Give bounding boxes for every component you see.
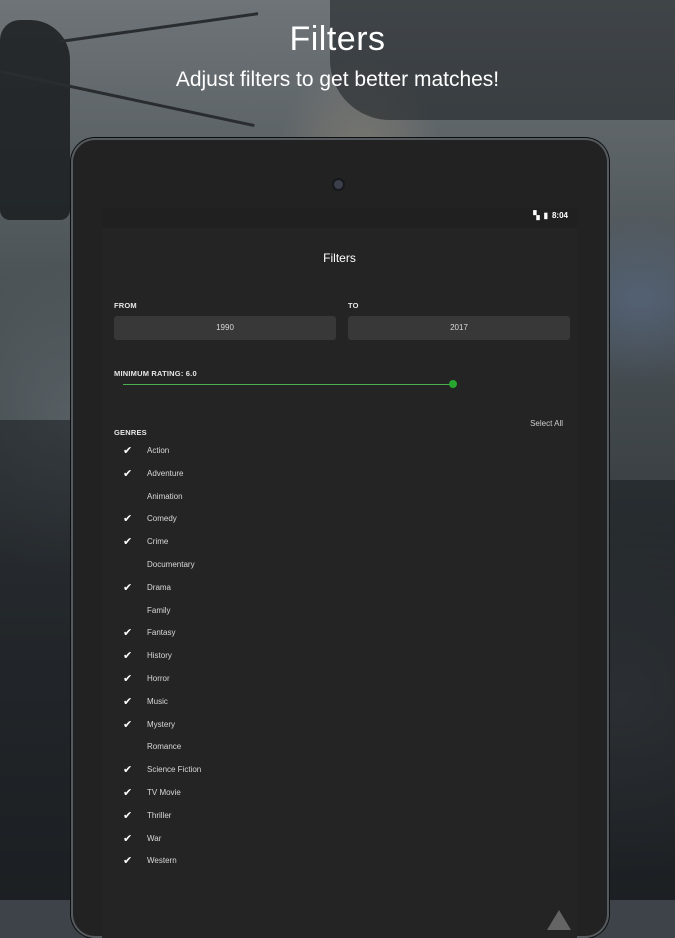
- camera-icon: [334, 180, 343, 189]
- genre-label: Science Fiction: [147, 765, 202, 775]
- checkmark-icon[interactable]: ✔: [123, 468, 135, 480]
- to-year-field[interactable]: 2017: [348, 316, 570, 340]
- genre-row[interactable]: ✔ Fantasy: [102, 624, 577, 647]
- checkmark-icon[interactable]: ✔: [123, 627, 135, 639]
- genre-label: Romance: [147, 742, 182, 752]
- checkmark-icon[interactable]: ✔: [123, 673, 135, 685]
- checkmark-icon[interactable]: ✔: [123, 513, 135, 525]
- genre-row[interactable]: ✔ Comedy: [102, 510, 577, 533]
- minimum-rating-label: MINIMUM RATING: 6.0: [114, 369, 197, 378]
- genre-label: Music: [147, 696, 168, 706]
- status-time: 8:04: [551, 211, 568, 220]
- signal-icon: ▚: [533, 211, 540, 220]
- unchecked-box[interactable]: [123, 559, 135, 571]
- checkmark-icon[interactable]: ✔: [123, 787, 135, 799]
- genre-row[interactable]: ✔ Science Fiction: [102, 761, 577, 784]
- genre-label: Documentary: [147, 559, 195, 569]
- genre-label: TV Movie: [147, 787, 181, 797]
- checkmark-icon[interactable]: ✔: [123, 536, 135, 548]
- select-all-button[interactable]: Select All: [530, 419, 563, 428]
- genre-row[interactable]: ✔ Drama: [102, 579, 577, 602]
- checkmark-icon[interactable]: ✔: [123, 696, 135, 708]
- genre-row[interactable]: ✔ Horror: [102, 670, 577, 693]
- helicopter-body: [330, 0, 675, 120]
- genre-row[interactable]: Romance: [102, 738, 577, 761]
- checkmark-icon[interactable]: ✔: [123, 764, 135, 776]
- genre-label: Mystery: [147, 719, 175, 729]
- checkmark-icon[interactable]: ✔: [123, 833, 135, 845]
- genre-label: Crime: [147, 537, 169, 547]
- genre-row[interactable]: ✔ History: [102, 647, 577, 670]
- hero-subtitle: Adjust filters to get better matches!: [175, 68, 500, 91]
- genre-label: History: [147, 651, 172, 661]
- genre-row[interactable]: ✔ Music: [102, 693, 577, 716]
- checkmark-icon[interactable]: ✔: [123, 810, 135, 822]
- genre-row[interactable]: ✔ Mystery: [102, 716, 577, 739]
- genre-label: Family: [147, 605, 171, 615]
- genre-label: Fantasy: [147, 628, 176, 638]
- rating-slider-thumb[interactable]: [449, 380, 457, 388]
- genre-label: Animation: [147, 491, 183, 501]
- genre-label: Drama: [147, 582, 172, 592]
- genre-label: Thriller: [147, 810, 172, 820]
- building-silhouette: [0, 420, 72, 900]
- hero-title: Filters: [289, 20, 386, 58]
- checkmark-icon[interactable]: ✔: [123, 582, 135, 594]
- app-screen: ▚ ▮ 8:04 Filters FROM 1990 TO 2017 MINIM…: [102, 208, 577, 938]
- genres-label: GENRES: [114, 428, 147, 437]
- unchecked-box[interactable]: [123, 741, 135, 753]
- genre-row[interactable]: Family: [102, 602, 577, 625]
- genre-row[interactable]: ✔ Western: [102, 852, 577, 875]
- genre-label: Action: [147, 446, 170, 455]
- genre-row[interactable]: ✔ War: [102, 830, 577, 853]
- genre-label: Western: [147, 856, 177, 866]
- building-silhouette-right: [609, 480, 675, 900]
- genre-list: ✔ Action ✔ Adventure Animation ✔ Comedy ✔ Crime D…: [102, 442, 577, 875]
- genre-label: Comedy: [147, 514, 177, 524]
- to-label: TO: [348, 301, 359, 310]
- genre-row[interactable]: ✔ Thriller: [102, 807, 577, 830]
- from-label: FROM: [114, 301, 137, 310]
- genre-row[interactable]: ✔ Adventure: [102, 465, 577, 488]
- battery-icon: ▮: [543, 211, 548, 220]
- genre-label: War: [147, 833, 162, 843]
- unchecked-box[interactable]: [123, 491, 135, 503]
- from-year-field[interactable]: 1990: [114, 316, 336, 340]
- filters-panel: Filters FROM 1990 TO 2017 MINIMUM RATING…: [102, 228, 577, 938]
- status-bar: ▚ ▮ 8:04: [102, 208, 577, 228]
- watermark-logo-icon: [547, 910, 571, 930]
- checkmark-icon[interactable]: ✔: [123, 719, 135, 731]
- checkmark-icon[interactable]: ✔: [123, 445, 135, 457]
- unchecked-box[interactable]: [123, 605, 135, 617]
- genre-label: Adventure: [147, 468, 184, 478]
- genre-row[interactable]: Documentary: [102, 556, 577, 579]
- checkmark-icon[interactable]: ✔: [123, 650, 135, 662]
- tablet-frame: ▚ ▮ 8:04 Filters FROM 1990 TO 2017 MINIM…: [71, 138, 609, 938]
- checkmark-icon[interactable]: ✔: [123, 855, 135, 867]
- rating-slider-track[interactable]: [123, 384, 453, 385]
- genre-row[interactable]: ✔ Action: [102, 442, 577, 465]
- genre-row[interactable]: Animation: [102, 488, 577, 511]
- genre-row[interactable]: ✔ Crime: [102, 533, 577, 556]
- genre-row[interactable]: ✔ TV Movie: [102, 784, 577, 807]
- screen-title: Filters: [323, 251, 356, 265]
- genre-label: Horror: [147, 673, 170, 683]
